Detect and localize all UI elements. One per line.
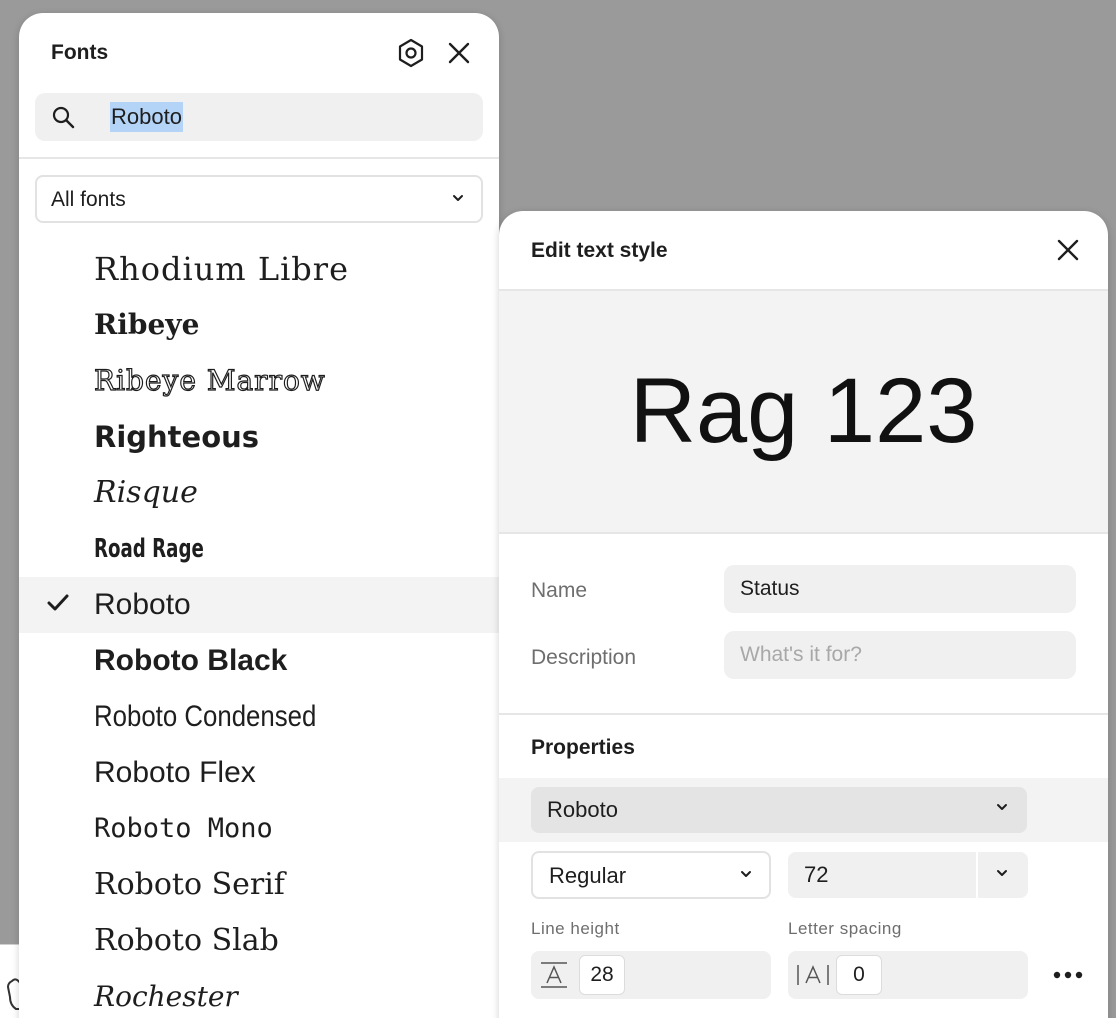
font-family-select[interactable]: Roboto: [531, 787, 1027, 833]
font-filter-label: All fonts: [51, 188, 126, 211]
search-icon: [51, 105, 75, 134]
close-fonts-button[interactable]: [441, 35, 477, 71]
font-name: Ribeye Marrow: [93, 363, 326, 397]
hexagon-settings-icon: [398, 38, 424, 68]
name-field[interactable]: [724, 565, 1076, 613]
font-search-input[interactable]: [93, 101, 463, 133]
font-list-item[interactable]: Rhodium Libre: [19, 241, 499, 297]
font-name: Road Rage: [94, 534, 204, 564]
font-name: Roboto: [94, 588, 191, 621]
font-name: Roboto Slab: [94, 923, 279, 958]
preview-text: Rag 123: [629, 360, 978, 462]
font-search-box[interactable]: Roboto: [35, 93, 483, 141]
checkmark-icon: [47, 593, 69, 618]
font-name: Roboto Serif: [94, 867, 285, 902]
font-list-item[interactable]: Roboto Slab: [19, 913, 499, 969]
font-family-value: Roboto: [547, 797, 618, 822]
font-name: Roboto Flex: [94, 756, 256, 789]
more-options-button[interactable]: [1048, 959, 1088, 991]
text-style-preview: Rag 123: [499, 291, 1108, 532]
font-weight-value: Regular: [549, 863, 627, 888]
font-weight-select[interactable]: Regular: [531, 851, 771, 899]
font-size-value: 72: [804, 862, 829, 887]
fonts-panel: Fonts Roboto All fonts Rhodium Libre Rib…: [19, 13, 499, 1018]
description-label: Description: [531, 646, 637, 669]
letter-spacing-label: Letter spacing: [788, 919, 902, 938]
description-field[interactable]: [724, 631, 1076, 679]
font-list: Rhodium Libre Ribeye Ribeye Marrow Right…: [19, 241, 499, 1018]
divider: [976, 852, 978, 898]
properties-title: Properties: [531, 736, 635, 759]
font-list-item[interactable]: Risque: [19, 465, 499, 521]
font-list-item[interactable]: Roboto Mono: [19, 801, 499, 857]
more-horizontal-icon: [1053, 971, 1083, 979]
font-family-row: Roboto: [499, 778, 1108, 842]
font-size-field[interactable]: 72: [788, 852, 1028, 898]
divider: [19, 157, 499, 159]
chevron-down-icon: [451, 191, 465, 210]
divider: [499, 713, 1108, 715]
fonts-header: Fonts: [19, 13, 499, 93]
font-name: Rhodium Libre: [94, 250, 350, 288]
font-name: Righteous: [94, 420, 260, 454]
font-name: Roboto Black: [94, 644, 288, 677]
font-list-item[interactable]: Rochester: [19, 969, 499, 1018]
letter-spacing-field[interactable]: 0: [788, 951, 1028, 999]
line-height-field[interactable]: 28: [531, 951, 771, 999]
letter-spacing-value: 0: [836, 955, 882, 995]
close-edit-button[interactable]: [1050, 232, 1086, 268]
font-list-item[interactable]: Righteous: [19, 409, 499, 465]
font-list-item[interactable]: Roboto Condensed: [19, 689, 499, 745]
font-list-item[interactable]: Ribeye: [19, 297, 499, 353]
divider: [499, 532, 1108, 534]
font-name: Roboto Mono: [94, 813, 273, 844]
font-list-item[interactable]: Roboto Black: [19, 633, 499, 689]
font-list-item-selected[interactable]: Roboto: [19, 577, 499, 633]
font-filter-select[interactable]: All fonts: [35, 175, 483, 223]
font-name: Risque: [94, 475, 198, 510]
name-label: Name: [531, 579, 588, 602]
letter-spacing-icon: [796, 961, 830, 994]
line-height-label: Line height: [531, 919, 620, 938]
font-settings-button[interactable]: [393, 35, 429, 71]
font-list-item[interactable]: Roboto Flex: [19, 745, 499, 801]
edit-text-style-panel: Edit text style Rag 123 Name Description…: [499, 211, 1108, 1018]
close-icon: [1057, 239, 1079, 261]
line-height-icon: [539, 961, 569, 994]
font-size-dropdown-chevron-icon[interactable]: [995, 866, 1009, 885]
line-height-value: 28: [579, 955, 625, 995]
chevron-down-icon: [995, 800, 1009, 819]
font-name: Roboto Condensed: [94, 700, 317, 733]
chevron-down-icon: [739, 867, 753, 886]
close-icon: [448, 42, 470, 64]
font-name: Rochester: [94, 980, 238, 1013]
font-list-item[interactable]: Roboto Serif: [19, 857, 499, 913]
fonts-panel-title: Fonts: [51, 41, 109, 64]
font-name: Ribeye: [94, 308, 200, 341]
font-list-item[interactable]: Ribeye Marrow: [19, 353, 499, 409]
edit-panel-title: Edit text style: [531, 239, 668, 262]
font-list-item[interactable]: Road Rage: [19, 521, 499, 577]
